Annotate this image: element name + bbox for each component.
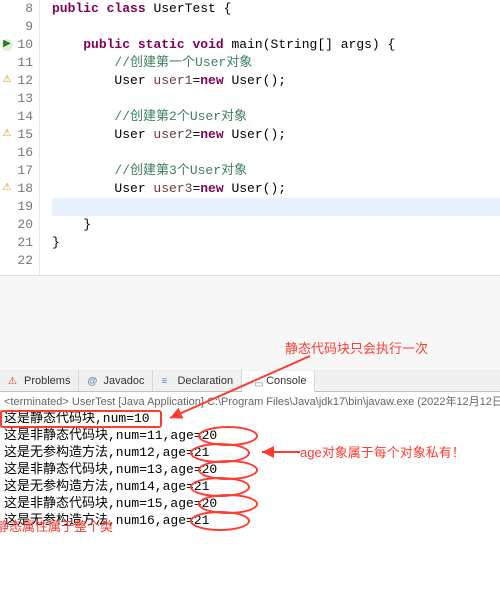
line-number: 10 [0, 36, 33, 54]
code-line[interactable]: public static void main(String[] args) { [52, 36, 500, 54]
warning-icon [0, 74, 14, 88]
line-number: 18 [0, 180, 33, 198]
problems-icon [8, 375, 20, 387]
console-line: 这是非静态代码块,num=15,age=20 [4, 495, 496, 512]
line-number: 9 [0, 18, 33, 36]
code-editor[interactable]: 8910111213141516171819202122 public clas… [0, 0, 500, 275]
terminated-label: <terminated> UserTest [Java Application]… [0, 392, 500, 410]
code-line[interactable]: User user1=new User(); [52, 72, 500, 90]
tab-declaration[interactable]: Declaration [153, 370, 242, 391]
code-line[interactable]: } [52, 234, 500, 252]
line-number: 8 [0, 0, 33, 18]
code-line[interactable]: User user2=new User(); [52, 126, 500, 144]
tab-javadoc[interactable]: Javadoc [79, 370, 153, 391]
line-number: 19 [0, 198, 33, 216]
code-line[interactable]: //创建第一个User对象 [52, 54, 500, 72]
run-icon[interactable] [0, 38, 14, 52]
line-number: 21 [0, 234, 33, 252]
tab-console[interactable]: Console [242, 371, 315, 392]
console-line: 这是无参构造方法,num16,age=21 [4, 512, 496, 529]
console-line: 这是无参构造方法,num12,age=21 [4, 444, 496, 461]
line-number: 13 [0, 90, 33, 108]
code-line[interactable] [52, 198, 500, 216]
code-area[interactable]: public class UserTest { public static vo… [40, 0, 500, 275]
warning-icon [0, 182, 14, 196]
code-line[interactable] [52, 18, 500, 36]
warning-icon [0, 128, 14, 142]
line-number: 16 [0, 144, 33, 162]
declaration-icon [161, 375, 173, 387]
code-line[interactable]: } [52, 216, 500, 234]
code-line[interactable]: //创建第3个User对象 [52, 162, 500, 180]
tab-label: Javadoc [103, 375, 144, 387]
tab-label: Problems [24, 375, 70, 387]
tab-problems[interactable]: Problems [0, 370, 79, 391]
console-line: 这是无参构造方法,num14,age=21 [4, 478, 496, 495]
tab-label: Console [266, 375, 306, 387]
console-output[interactable]: 这是静态代码块,num=10这是非静态代码块,num=11,age=20这是无参… [0, 410, 500, 529]
code-line[interactable]: public class UserTest { [52, 0, 500, 18]
console-icon [250, 375, 262, 387]
line-gutter: 8910111213141516171819202122 [0, 0, 40, 275]
console-line: 这是非静态代码块,num=13,age=20 [4, 461, 496, 478]
console-line: 这是非静态代码块,num=11,age=20 [4, 427, 496, 444]
line-number: 14 [0, 108, 33, 126]
code-line[interactable] [52, 90, 500, 108]
javadoc-icon [87, 375, 99, 387]
bottom-tabs: Problems Javadoc Declaration Console [0, 370, 500, 392]
line-number: 22 [0, 252, 33, 270]
code-line[interactable] [52, 144, 500, 162]
line-number: 11 [0, 54, 33, 72]
console-line: 这是静态代码块,num=10 [4, 410, 496, 427]
editor-console-divider [0, 275, 500, 370]
code-line[interactable]: //创建第2个User对象 [52, 108, 500, 126]
code-line[interactable]: User user3=new User(); [52, 180, 500, 198]
code-line[interactable] [52, 252, 500, 270]
line-number: 20 [0, 216, 33, 234]
tab-label: Declaration [177, 375, 233, 387]
line-number: 12 [0, 72, 33, 90]
line-number: 15 [0, 126, 33, 144]
line-number: 17 [0, 162, 33, 180]
